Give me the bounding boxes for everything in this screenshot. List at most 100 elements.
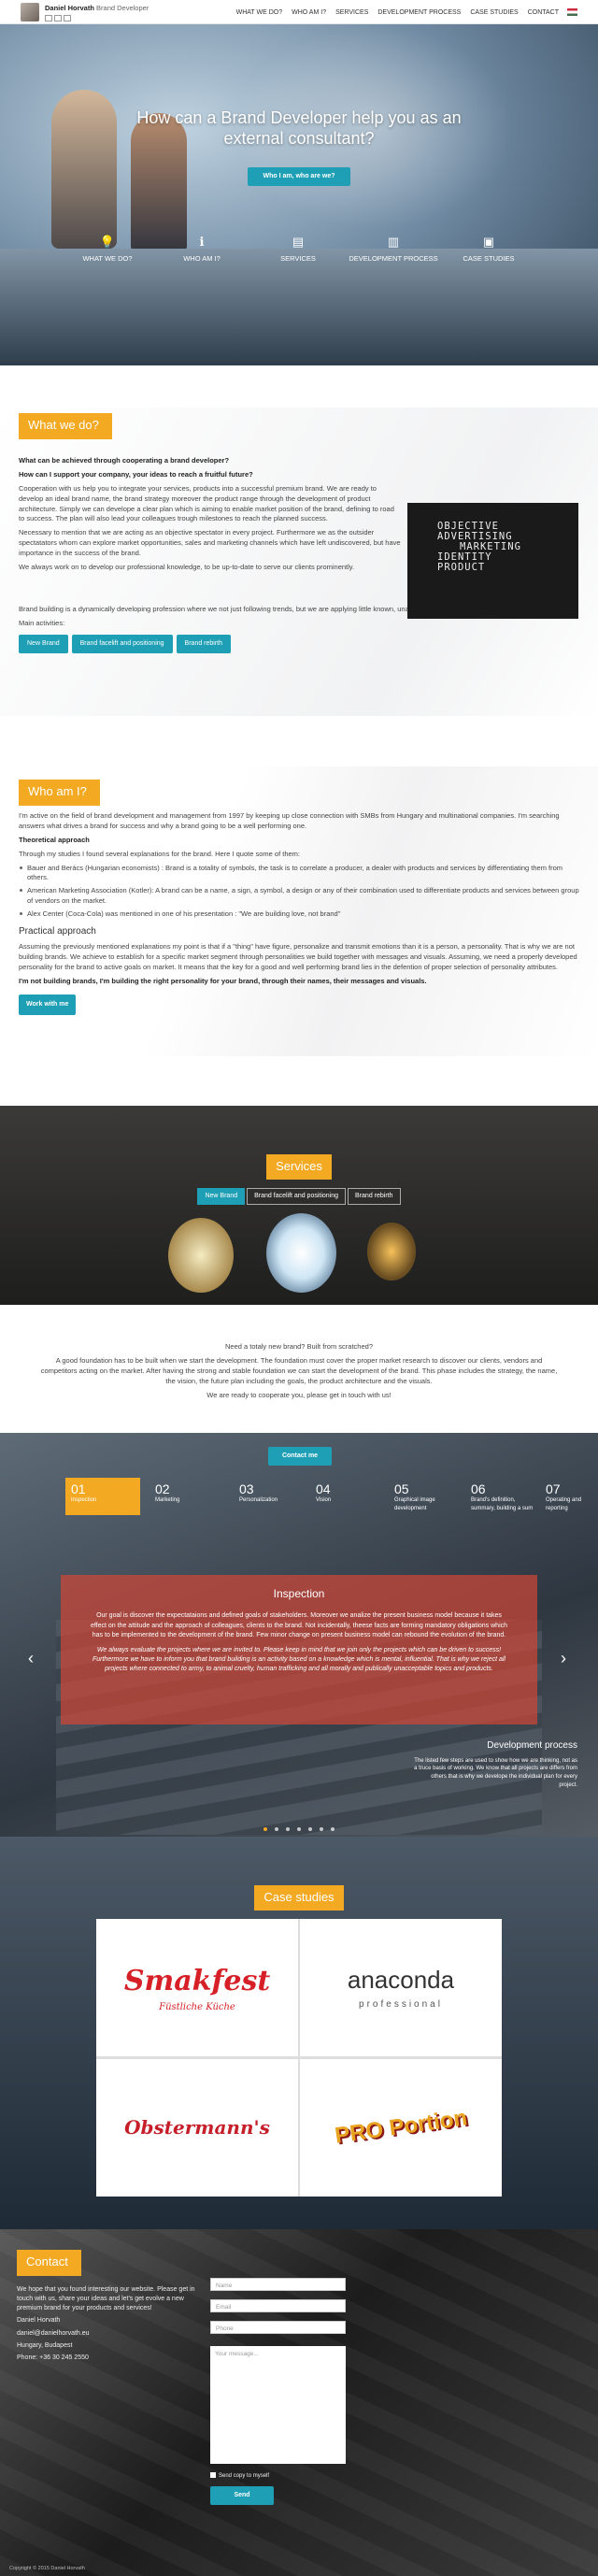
hero-link-what[interactable]: 💡 WHAT WE DO? — [56, 230, 159, 265]
process-step[interactable]: 07 Operating and reporting — [540, 1478, 598, 1515]
paragraph: A good foundation has to be built when w… — [40, 1355, 558, 1385]
hero-link-who[interactable]: ℹ WHO AM I? — [150, 230, 253, 265]
quote-list: Bauer and Berács (Hungarian economists) … — [19, 864, 579, 920]
tag-facelift[interactable]: Brand facelift and positioning — [71, 634, 173, 653]
section-heading: Who am I? — [19, 780, 100, 806]
contact-name: Daniel Horvath — [17, 2317, 61, 2325]
activity-tags: New Brand Brand facelift and positioning B… — [19, 634, 579, 653]
carousel-dot[interactable] — [263, 1827, 267, 1831]
contact-email[interactable]: daniel@danielhorvath.eu — [17, 2329, 204, 2339]
tag-new-brand[interactable]: New Brand — [19, 634, 68, 653]
contact-me-button[interactable]: Contact me — [268, 1447, 332, 1467]
hero-link-services[interactable]: ▤ SERVICES — [247, 230, 349, 265]
nav-item-services[interactable]: SERVICES — [335, 9, 368, 16]
paragraph: We always evaluate the projects where we… — [92, 1646, 505, 1673]
carousel-dot[interactable] — [275, 1827, 278, 1831]
hero-link-cases[interactable]: ▣ CASE STUDIES — [437, 230, 540, 265]
list-item: American Marketing Association (Kotler):… — [19, 886, 579, 907]
paragraph: Through my studies I found several expla… — [19, 849, 300, 858]
chevron-left-icon[interactable]: ‹ — [28, 1646, 34, 1670]
message-field[interactable]: Your message... — [210, 2346, 346, 2464]
list-item: Bauer and Berács (Hungarian economists) … — [19, 864, 579, 884]
who-am-i-button[interactable]: Who I am, who are we? — [248, 167, 350, 187]
closing-statement: I'm not building brands, I'm building th… — [19, 977, 427, 985]
who-am-i-section: Who am I? I'm active on the field of bra… — [0, 766, 598, 1056]
brand-name[interactable]: Daniel Horvath Brand Developer — [45, 4, 149, 14]
hero-link-process[interactable]: ▥ DEVELOPMENT PROCESS — [342, 230, 445, 265]
main-nav: WHAT WE DO? WHO AM I? SERVICES DEVELOPMENT … — [227, 8, 559, 18]
checkbox-icon[interactable] — [210, 2472, 216, 2479]
chart-icon: ▥ — [387, 235, 400, 249]
paragraph: Our goal is discover the expectataions a… — [90, 1612, 508, 1639]
subheading: Theoretical approach — [19, 835, 90, 844]
carousel-dot[interactable] — [297, 1827, 301, 1831]
nav-item-what[interactable]: WHAT WE DO? — [236, 9, 283, 16]
tab-facelift[interactable]: Brand facelift and positioning — [247, 1188, 347, 1206]
subheading: Practical approach — [19, 925, 96, 937]
carousel-dot[interactable] — [286, 1827, 290, 1831]
send-copy-checkbox[interactable]: Send copy to myself — [210, 2472, 269, 2481]
logo-pro-portion[interactable]: PRO Portion — [300, 2059, 502, 2197]
process-step[interactable]: 04 Vision — [310, 1478, 385, 1515]
carousel-dot[interactable] — [331, 1827, 335, 1831]
tag-rebirth[interactable]: Brand rebirth — [176, 634, 232, 653]
development-process-section: 01 Inspection 02 Marketing 03 Personalizati… — [0, 1433, 598, 1837]
linkedin-icon[interactable] — [54, 15, 62, 21]
copyright-text: Copyright © 2015 Daniel Horvath — [9, 2566, 85, 2571]
hero-icon-nav: 💡 WHAT WE DO? ℹ WHO AM I? ▤ SERVICES ▥ DEVEL… — [0, 230, 598, 286]
social-links — [45, 14, 73, 25]
nav-item-who[interactable]: WHO AM I? — [292, 9, 326, 16]
phone-field[interactable]: Phone — [210, 2321, 346, 2334]
process-step[interactable]: 01 Inspection — [65, 1478, 140, 1515]
hungarian-flag-icon[interactable] — [567, 8, 577, 16]
process-step[interactable]: 03 Personalization — [234, 1478, 308, 1515]
paragraph: We are ready to cooperate you, please ge… — [206, 1390, 392, 1399]
send-button[interactable]: Send — [210, 2486, 274, 2506]
lightbulb-image — [266, 1213, 336, 1293]
nav-item-contact[interactable]: CONTACT — [528, 9, 559, 16]
process-step[interactable]: 06 Brand's definition, summary, building … — [465, 1478, 540, 1515]
top-bar: Daniel Horvath Brand Developer WHAT WE D… — [0, 0, 598, 24]
section-heading: Contact — [17, 2250, 81, 2276]
chevron-right-icon[interactable]: › — [561, 1646, 566, 1670]
logo-anaconda[interactable]: anaconda professional — [300, 1919, 502, 2056]
concept-words-image: OBJECTIVE ADVERTISING MARKETING IDENTITY… — [407, 503, 578, 619]
avatar[interactable] — [21, 3, 39, 21]
document-icon: ▤ — [292, 235, 305, 249]
work-with-me-button[interactable]: Work with me — [19, 994, 77, 1016]
contact-phone[interactable]: Phone: +36 30 245 2550 — [17, 2354, 204, 2363]
email-field[interactable]: Email — [210, 2299, 346, 2312]
question-text: What can be achieved through cooperating… — [19, 456, 230, 465]
tab-rebirth[interactable]: Brand rebirth — [348, 1188, 401, 1206]
logo-obstermanns[interactable]: Obstermann's — [96, 2059, 298, 2197]
paragraph: I'm active on the field of brand develop… — [19, 811, 560, 830]
client-logo-grid: Smakfest Füstliche Küche anaconda profes… — [96, 1919, 502, 2197]
process-step[interactable]: 05 Graphical image development — [389, 1478, 463, 1515]
nav-item-process[interactable]: DEVELOPMENT PROCESS — [377, 9, 461, 16]
lightbulb-image — [367, 1223, 416, 1281]
hero-section: How can a Brand Developer help you as an… — [0, 24, 598, 365]
process-detail-title: Inspection — [273, 1587, 325, 1600]
process-steps: 01 Inspection 02 Marketing 03 Personalizati… — [65, 1478, 598, 1515]
carousel-dot[interactable] — [320, 1827, 323, 1831]
name-field[interactable]: Name — [210, 2278, 346, 2291]
activities-label: Main activities: — [19, 618, 65, 627]
section-heading: Case studies — [254, 1885, 344, 1911]
paragraph: Assuming the previously mentioned explan… — [19, 942, 577, 972]
carousel-dot[interactable] — [308, 1827, 312, 1831]
hero-person-image — [51, 90, 117, 249]
process-detail-box: Inspection Our goal is discover the expe… — [61, 1575, 537, 1724]
paragraph: We always work on to develop our profess… — [19, 562, 355, 571]
logo-smakfest[interactable]: Smakfest Füstliche Küche — [96, 1919, 298, 2056]
email-icon[interactable] — [64, 15, 71, 21]
facebook-icon[interactable] — [45, 15, 52, 21]
question-text: How can I support your company, your ide… — [19, 469, 253, 479]
tab-new-brand[interactable]: New Brand — [197, 1188, 246, 1206]
nav-item-cases[interactable]: CASE STUDIES — [470, 9, 518, 16]
lightbulb-icon: 💡 — [99, 235, 116, 249]
services-section: Services New Brand Brand facelift and pos… — [0, 1106, 598, 1305]
process-step[interactable]: 02 Marketing — [150, 1478, 224, 1515]
section-heading: What we do? — [19, 413, 112, 439]
service-description: Need a totaly new brand? Built from scra… — [0, 1305, 598, 1450]
service-question: Need a totaly new brand? Built from scra… — [224, 1342, 373, 1351]
